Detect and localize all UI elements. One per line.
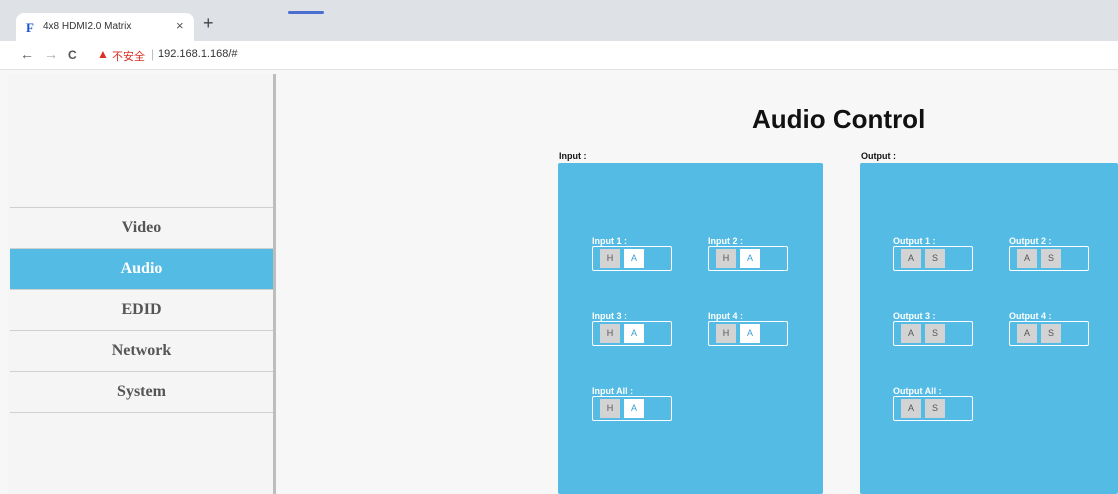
sidebar-item-edid[interactable]: EDID: [10, 289, 273, 330]
output-2-s-button[interactable]: S: [1041, 249, 1061, 268]
input-2-h-button[interactable]: H: [716, 249, 736, 268]
reload-icon[interactable]: C: [68, 48, 77, 62]
forward-icon[interactable]: →: [44, 46, 58, 62]
input-1-h-button[interactable]: H: [600, 249, 620, 268]
input-4-label: Input 4 :: [708, 311, 743, 321]
input-3-buttons: H A: [592, 321, 672, 346]
output-3-buttons: A S: [893, 321, 973, 346]
input-1-label: Input 1 :: [592, 236, 627, 246]
input-2-a-button[interactable]: A: [740, 249, 760, 268]
warning-icon: ▲: [97, 47, 109, 61]
output-1-s-button[interactable]: S: [925, 249, 945, 268]
output-4-s-button[interactable]: S: [1041, 324, 1061, 343]
new-tab-icon[interactable]: +: [203, 13, 214, 34]
output-all-s-button[interactable]: S: [925, 399, 945, 418]
url-field[interactable]: 192.168.1.168/#: [158, 48, 238, 60]
output-panel: Output 1 : A S Output 2 : A S Output 3 :…: [860, 163, 1118, 494]
output-2-buttons: A S: [1009, 246, 1089, 271]
sidebar-item-audio[interactable]: Audio: [10, 248, 273, 289]
output-4-a-button[interactable]: A: [1017, 324, 1037, 343]
input-all-buttons: H A: [592, 396, 672, 421]
sidebar: Video Audio EDID Network System: [8, 74, 276, 494]
page-title: Audio Control: [752, 104, 926, 134]
output-4-buttons: A S: [1009, 321, 1089, 346]
sidebar-item-system[interactable]: System: [10, 371, 273, 413]
output-2-a-button[interactable]: A: [1017, 249, 1037, 268]
input-4-a-button[interactable]: A: [740, 324, 760, 343]
output-3-a-button[interactable]: A: [901, 324, 921, 343]
output-2-label: Output 2 :: [1009, 236, 1052, 246]
input-panel: Input 1 : H A Input 2 : H A Input 3 : H …: [558, 163, 823, 494]
output-3-s-button[interactable]: S: [925, 324, 945, 343]
browser-tab[interactable]: F 4x8 HDMI2.0 Matrix ×: [16, 13, 194, 41]
input-all-label: Input All :: [592, 386, 634, 396]
output-1-buttons: A S: [893, 246, 973, 271]
back-icon[interactable]: ←: [20, 46, 34, 62]
security-warning[interactable]: 不安全: [112, 48, 145, 64]
input-all-h-button[interactable]: H: [600, 399, 620, 418]
input-1-buttons: H A: [592, 246, 672, 271]
address-bar: ← → C ▲ 不安全 | 192.168.1.168/#: [0, 41, 1118, 70]
output-3-label: Output 3 :: [893, 311, 936, 321]
input-4-h-button[interactable]: H: [716, 324, 736, 343]
input-3-label: Input 3 :: [592, 311, 627, 321]
sidebar-item-network[interactable]: Network: [10, 330, 273, 371]
url-separator: |: [151, 47, 155, 61]
input-2-buttons: H A: [708, 246, 788, 271]
browser-tab-bar: F 4x8 HDMI2.0 Matrix × +: [0, 0, 1118, 41]
input-1-a-button[interactable]: A: [624, 249, 644, 268]
output-all-buttons: A S: [893, 396, 973, 421]
favicon-icon: F: [26, 20, 34, 35]
close-tab-icon[interactable]: ×: [176, 18, 184, 33]
output-1-label: Output 1 :: [893, 236, 936, 246]
input-4-buttons: H A: [708, 321, 788, 346]
input-3-h-button[interactable]: H: [600, 324, 620, 343]
input-3-a-button[interactable]: A: [624, 324, 644, 343]
sidebar-menu: Video Audio EDID Network System: [10, 207, 273, 413]
sidebar-item-video[interactable]: Video: [10, 207, 273, 248]
input-all-a-button[interactable]: A: [624, 399, 644, 418]
output-all-label: Output All :: [893, 386, 942, 396]
output-4-label: Output 4 :: [1009, 311, 1052, 321]
input-2-label: Input 2 :: [708, 236, 743, 246]
tab-title: 4x8 HDMI2.0 Matrix: [43, 21, 132, 32]
output-all-a-button[interactable]: A: [901, 399, 921, 418]
output-1-a-button[interactable]: A: [901, 249, 921, 268]
tab-indicator: [288, 11, 324, 14]
input-section-label: Input :: [559, 151, 587, 161]
output-section-label: Output :: [861, 151, 896, 161]
